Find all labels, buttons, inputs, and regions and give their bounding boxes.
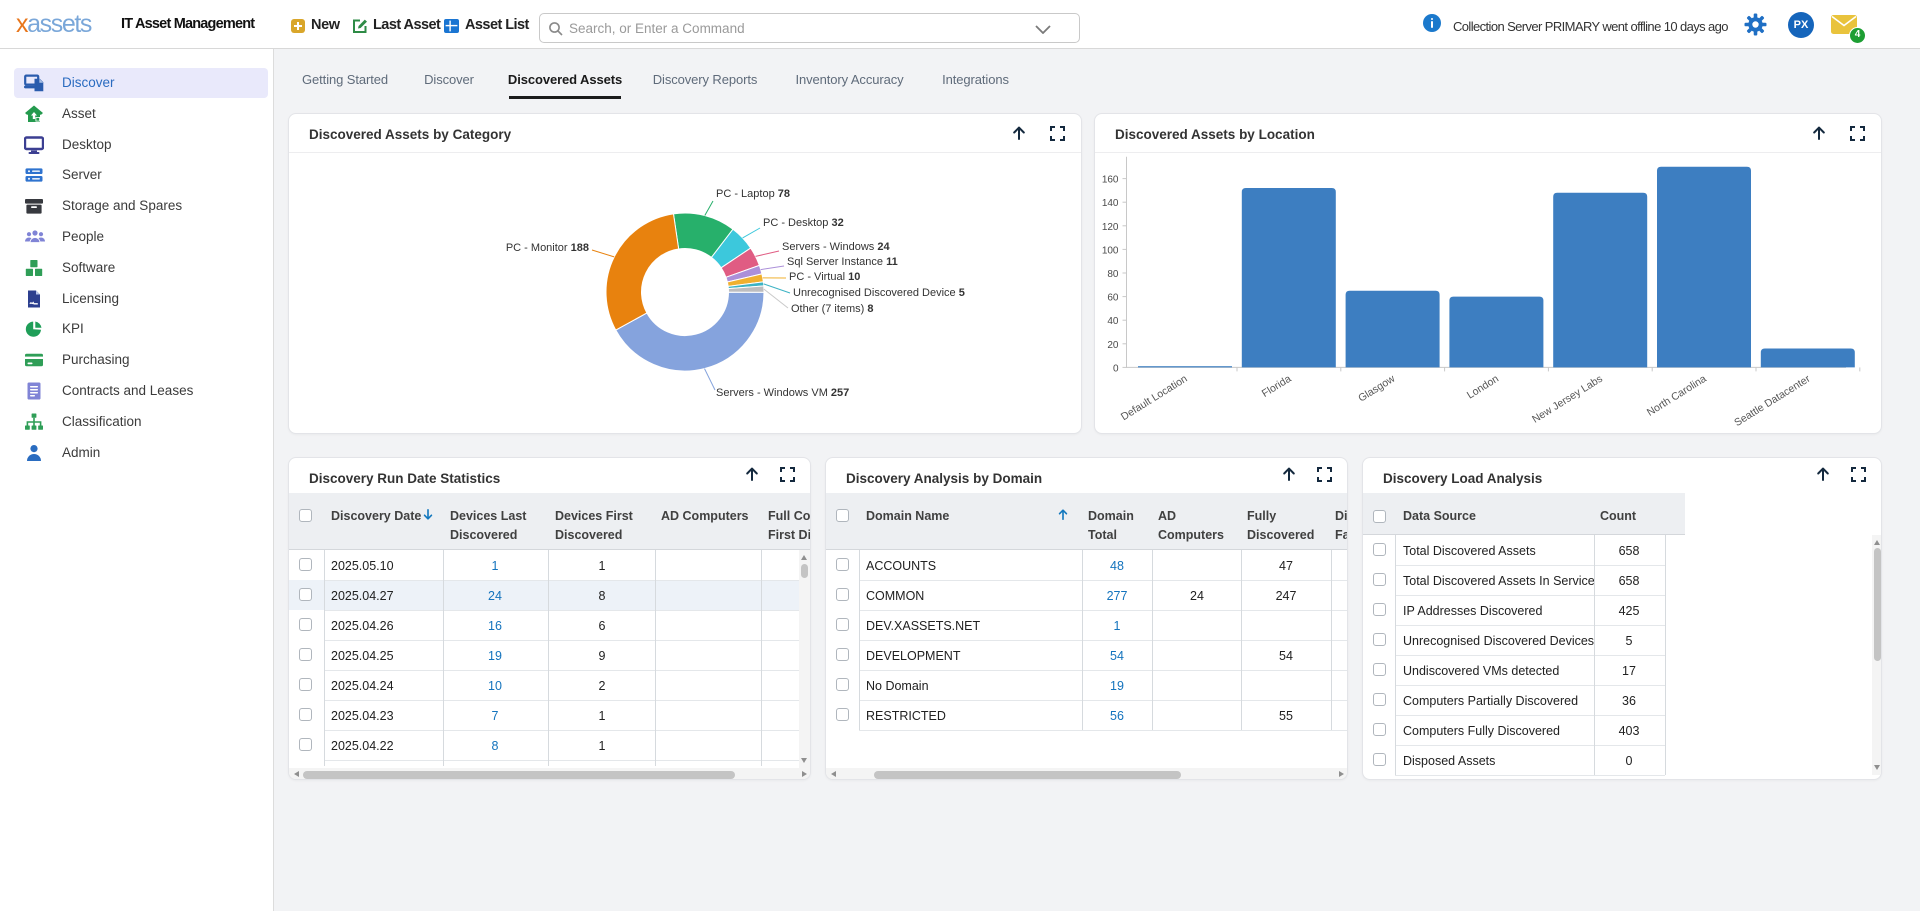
svg-text:20: 20: [1107, 340, 1119, 351]
svg-text:40: 40: [1107, 316, 1119, 327]
svg-text:North Carolina: North Carolina: [1645, 373, 1709, 419]
svg-text:PC - Laptop 78: PC - Laptop 78: [716, 188, 790, 200]
svg-text:Servers - Windows 24: Servers - Windows 24: [782, 241, 890, 253]
svg-text:PC - Virtual 10: PC - Virtual 10: [789, 271, 860, 283]
svg-text:New Jersey Labs: New Jersey Labs: [1530, 373, 1605, 426]
svg-text:0: 0: [1113, 363, 1119, 374]
svg-text:60: 60: [1107, 293, 1119, 304]
svg-text:120: 120: [1102, 222, 1119, 233]
svg-text:Default Location: Default Location: [1119, 373, 1190, 423]
svg-text:Glasgow: Glasgow: [1356, 373, 1397, 405]
svg-text:Seattle Datacenter: Seattle Datacenter: [1732, 373, 1813, 430]
svg-text:Unrecognised Discovered Device: Unrecognised Discovered Device 5: [793, 287, 965, 299]
svg-text:PC - Monitor 188: PC - Monitor 188: [506, 242, 589, 254]
svg-text:Florida: Florida: [1260, 373, 1294, 400]
svg-text:Servers - Windows VM 257: Servers - Windows VM 257: [716, 387, 849, 399]
svg-text:Other (7 items) 8: Other (7 items) 8: [791, 303, 874, 315]
svg-text:80: 80: [1107, 269, 1119, 280]
svg-text:PC - Desktop 32: PC - Desktop 32: [763, 217, 844, 229]
svg-text:140: 140: [1102, 198, 1119, 209]
svg-text:100: 100: [1102, 245, 1119, 256]
svg-text:160: 160: [1102, 175, 1119, 186]
svg-text:London: London: [1465, 373, 1501, 402]
svg-text:Sql Server Instance 11: Sql Server Instance 11: [787, 256, 898, 268]
